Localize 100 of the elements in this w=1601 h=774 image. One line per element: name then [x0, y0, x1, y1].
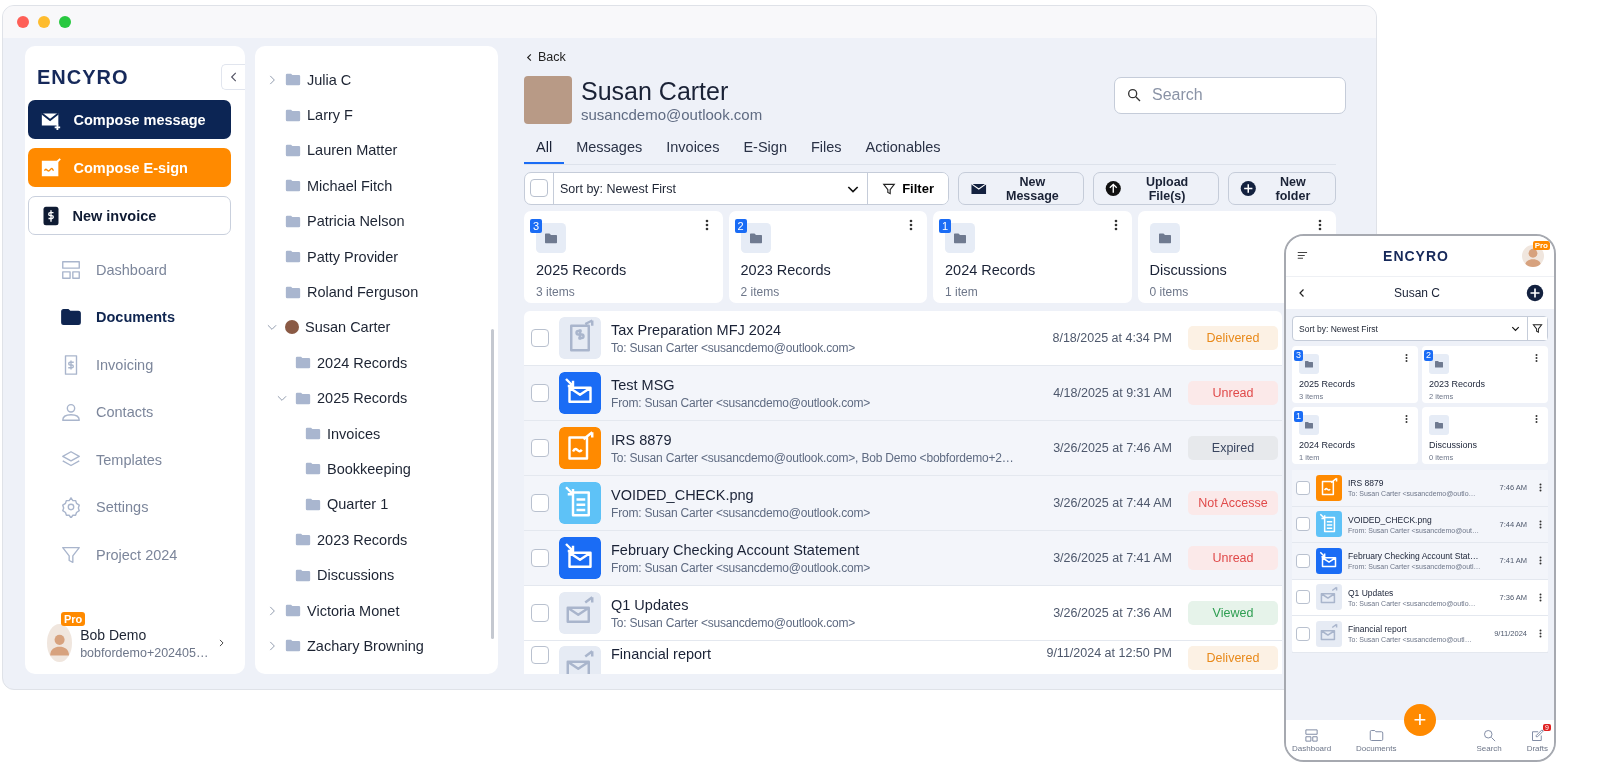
plus-circle-icon[interactable] — [1526, 284, 1544, 302]
folder-tree-item[interactable]: Julia C — [255, 62, 498, 98]
more-options-icon[interactable] — [704, 218, 709, 232]
document-icon — [559, 482, 601, 524]
nav-item[interactable]: Dashboard — [25, 246, 245, 294]
compose-button[interactable]: Compose message — [27, 100, 231, 139]
folder-tree-item[interactable]: Zachary Browning — [255, 628, 498, 664]
checkbox[interactable] — [530, 179, 548, 197]
more-options-icon[interactable] — [1318, 218, 1322, 232]
tab-bar-item[interactable]: Search — [1476, 727, 1502, 753]
tab[interactable]: E-Sign — [731, 135, 799, 164]
more-options-icon[interactable] — [1539, 555, 1542, 567]
more-options-icon[interactable] — [1405, 414, 1408, 424]
folder-tree-item[interactable]: Lauren Matter — [255, 132, 498, 169]
account-menu[interactable]: Pro Bob Demo bobfordemo+202405… — [25, 610, 245, 662]
checkbox[interactable] — [531, 604, 549, 622]
date-text: 3/26/2025 at 7:46 AM — [1053, 441, 1172, 455]
document-title: Financial report — [611, 646, 712, 662]
more-options-icon[interactable] — [1535, 414, 1538, 424]
more-options-icon[interactable] — [1539, 482, 1542, 494]
checkbox[interactable] — [531, 439, 549, 457]
back-link[interactable]: Back — [524, 48, 1376, 66]
more-options-icon[interactable] — [1535, 353, 1538, 363]
document-row[interactable]: Financial report 9/11/2024 at 12:50 PM Delivered — [524, 641, 1282, 674]
nav-item[interactable]: Settings — [25, 483, 245, 531]
folder-tree-item[interactable]: Michael Fitch — [255, 168, 498, 204]
checkbox[interactable] — [1296, 626, 1310, 641]
document-row[interactable]: Test MSG From: Susan Carter <susancdemo@outlook.com> 4/18/2025 at 9:31 AM Unread — [524, 366, 1282, 421]
folder-tree-item[interactable]: Discussions — [255, 557, 498, 593]
folder-icon — [1299, 415, 1319, 435]
nav-item[interactable]: Invoicing — [25, 341, 245, 389]
zoom-button[interactable] — [59, 16, 71, 28]
tab[interactable]: Files — [798, 135, 854, 164]
checkbox[interactable] — [531, 646, 549, 664]
document-row[interactable]: Q1 Updates To: Susan Carter <susancdemo@outlook.com> 3/26/2025 at 7:36 AM Viewed — [524, 586, 1282, 641]
close-button[interactable] — [17, 16, 29, 28]
tab-bar-item[interactable]: Documents — [1356, 727, 1397, 753]
folder-icon — [305, 497, 321, 511]
tab[interactable]: All — [524, 135, 565, 164]
tab[interactable]: Actionables — [853, 135, 953, 164]
recipient-text: To: Susan Carter <susancdemo@outlook.com> — [611, 615, 857, 630]
more-options-icon[interactable] — [1539, 518, 1542, 530]
folder-tree-item[interactable]: Susan Carter — [255, 309, 498, 346]
action-button[interactable]: Upload File(s) — [1093, 172, 1220, 205]
folder-tree-item[interactable]: Quarter 1 — [255, 486, 498, 523]
more-options-icon[interactable] — [1405, 353, 1408, 363]
collapse-button[interactable] — [221, 64, 245, 90]
folder-icon — [295, 568, 311, 582]
checkbox[interactable] — [1296, 517, 1310, 532]
folder-card[interactable]: 2 2023 Records 2 items — [728, 211, 927, 303]
tab[interactable]: Invoices — [654, 135, 732, 164]
folder-name: 2025 Records — [1299, 379, 1357, 389]
checkbox[interactable] — [1296, 480, 1310, 495]
more-options-icon[interactable] — [1539, 591, 1542, 603]
layout-grid-icon — [1304, 727, 1320, 743]
folder-card[interactable]: 1 2024 Records 1 item — [933, 211, 1132, 303]
scrollbar[interactable] — [491, 329, 494, 639]
logo: ENCYRO — [37, 65, 129, 89]
funnel-icon — [882, 181, 897, 196]
tab-bar-item[interactable]: Dashboard — [1292, 727, 1332, 753]
folder-tree-item[interactable]: Roland Ferguson — [255, 274, 498, 310]
folder-tree-item[interactable]: 2024 Records — [255, 345, 498, 381]
more-options-icon[interactable] — [1113, 218, 1118, 232]
folder-icon — [305, 427, 321, 441]
folder-card[interactable]: 3 2025 Records 3 items — [524, 211, 723, 303]
folder-tree-item[interactable]: 2025 Records — [255, 380, 498, 416]
folder-tree-item[interactable]: 2023 Records — [255, 522, 498, 558]
item-count: 1 item — [945, 285, 978, 299]
folder-tree-item[interactable]: Victoria Monet — [255, 592, 498, 629]
checkbox[interactable] — [531, 494, 549, 512]
contact-name: Susan Carter — [581, 77, 730, 106]
checkbox[interactable] — [1296, 590, 1310, 605]
checkbox[interactable] — [531, 549, 549, 567]
folder-tree-item[interactable]: Bookkeeping — [255, 451, 498, 487]
nav-item[interactable]: Project 2024 — [25, 531, 245, 579]
folder-tree-item[interactable]: Invoices — [255, 415, 498, 452]
checkbox[interactable] — [1296, 553, 1310, 568]
action-button[interactable]: New folder — [1228, 172, 1336, 205]
contact-name: Susan C — [1394, 286, 1440, 300]
document-row[interactable]: VOIDED_CHECK.png From: Susan Carter <susancdemo@outlook.com> 3/26/2025 at 7:44 AM Not Accesse — [524, 476, 1282, 531]
date-text: 3/26/2025 at 7:44 AM — [1053, 496, 1172, 510]
nav-item[interactable]: Documents — [25, 293, 245, 341]
action-button[interactable]: New Message — [957, 172, 1085, 205]
tab[interactable]: Messages — [564, 135, 655, 164]
nav-item[interactable]: Contacts — [25, 388, 245, 436]
count-badge: 1 — [1294, 411, 1303, 422]
more-options-icon[interactable] — [909, 218, 913, 232]
folder-tree-item[interactable]: Patty Provider — [255, 238, 498, 275]
compose-button[interactable]: New invoice — [27, 196, 231, 235]
folder-tree-item[interactable]: Larry F — [255, 97, 498, 133]
checkbox[interactable] — [531, 329, 549, 347]
search-field[interactable]: Search — [1114, 76, 1346, 114]
nav-item[interactable]: Templates — [25, 436, 245, 484]
document-row[interactable]: February Checking Account Statement From: Susan Carter <susancdemo@outlook.com> 3/26/2025 at 7:41 AM Unread — [524, 531, 1282, 586]
item-count: 3 items — [536, 285, 575, 299]
envelope-icon — [559, 592, 601, 634]
document-row[interactable]: IRS 8879 To: Susan Carter <susancdemo@outlook.com>, Bob Demo <bobfordemo+2… 3/26/2025 at 7:46 AM Expired — [524, 421, 1282, 476]
folder-tree-item[interactable]: Patricia Nelson — [255, 203, 498, 239]
more-options-icon[interactable] — [1539, 628, 1542, 640]
checkbox[interactable] — [531, 384, 549, 402]
